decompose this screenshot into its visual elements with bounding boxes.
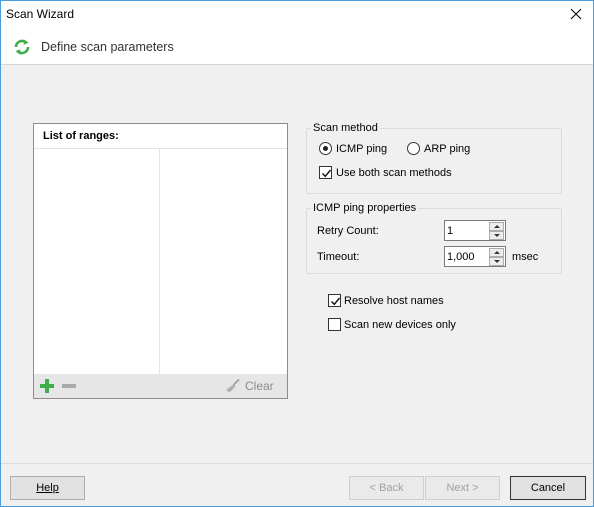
timeout-decrement-button[interactable] bbox=[489, 257, 504, 266]
next-button[interactable]: Next > bbox=[425, 476, 500, 500]
ranges-list-title: List of ranges: bbox=[43, 130, 119, 142]
timeout-label: Timeout: bbox=[317, 251, 360, 263]
help-button[interactable]: Help bbox=[10, 476, 85, 500]
timeout-input[interactable] bbox=[447, 249, 487, 264]
footer-divider bbox=[1, 463, 593, 464]
arp-ping-label[interactable]: ARP ping bbox=[424, 143, 470, 155]
use-both-methods-checkbox[interactable] bbox=[319, 166, 332, 179]
window-title: Scan Wizard bbox=[6, 7, 75, 21]
scan-method-group: Scan method bbox=[306, 122, 562, 194]
icmp-properties-group: ICMP ping properties bbox=[306, 202, 562, 274]
cancel-button[interactable]: Cancel bbox=[510, 476, 586, 500]
retry-decrement-button[interactable] bbox=[489, 231, 504, 240]
clear-label: Clear bbox=[245, 379, 274, 393]
next-button-label: Next > bbox=[446, 482, 479, 494]
timeout-spinner[interactable] bbox=[444, 246, 506, 267]
use-both-methods-label[interactable]: Use both scan methods bbox=[336, 167, 452, 179]
back-button-label: < Back bbox=[369, 482, 404, 494]
scan-new-devices-label[interactable]: Scan new devices only bbox=[344, 319, 456, 331]
resolve-host-names-label[interactable]: Resolve host names bbox=[344, 295, 444, 307]
close-icon bbox=[570, 8, 582, 20]
ranges-list[interactable]: List of ranges: Clear bbox=[33, 123, 288, 399]
close-button[interactable] bbox=[559, 1, 593, 27]
plus-icon bbox=[40, 379, 54, 393]
scan-new-devices-checkbox[interactable] bbox=[328, 318, 341, 331]
checkmark-icon bbox=[322, 169, 332, 178]
ranges-column-divider bbox=[159, 149, 160, 374]
ranges-header-divider bbox=[34, 148, 287, 149]
checkmark-icon bbox=[331, 297, 341, 306]
timeout-increment-button[interactable] bbox=[489, 248, 504, 257]
resolve-host-names-checkbox[interactable] bbox=[328, 294, 341, 307]
retry-increment-button[interactable] bbox=[489, 222, 504, 231]
icmp-properties-legend: ICMP ping properties bbox=[313, 202, 417, 214]
retry-count-label: Retry Count: bbox=[317, 225, 379, 237]
broom-icon bbox=[226, 379, 240, 393]
ranges-toolbar: Clear bbox=[34, 374, 287, 398]
icmp-ping-radio[interactable] bbox=[319, 142, 332, 155]
arp-ping-radio[interactable] bbox=[407, 142, 420, 155]
icmp-ping-label[interactable]: ICMP ping bbox=[336, 143, 387, 155]
scan-method-legend: Scan method bbox=[313, 122, 378, 134]
help-button-label: Help bbox=[36, 482, 59, 494]
page-title: Define scan parameters bbox=[41, 40, 174, 54]
clear-button[interactable]: Clear bbox=[225, 378, 281, 394]
minus-icon bbox=[62, 384, 76, 388]
refresh-scan-icon bbox=[13, 38, 31, 59]
scan-wizard-window: Scan Wizard Define scan parameters List … bbox=[0, 0, 594, 507]
remove-range-button[interactable] bbox=[62, 379, 76, 393]
add-range-button[interactable] bbox=[40, 379, 54, 393]
retry-count-spinner[interactable] bbox=[444, 220, 506, 241]
title-bar: Scan Wizard bbox=[1, 1, 593, 27]
retry-count-input[interactable] bbox=[447, 223, 487, 238]
wizard-header: Define scan parameters bbox=[1, 27, 593, 65]
timeout-unit-label: msec bbox=[512, 251, 539, 263]
back-button[interactable]: < Back bbox=[349, 476, 424, 500]
cancel-button-label: Cancel bbox=[530, 482, 566, 494]
